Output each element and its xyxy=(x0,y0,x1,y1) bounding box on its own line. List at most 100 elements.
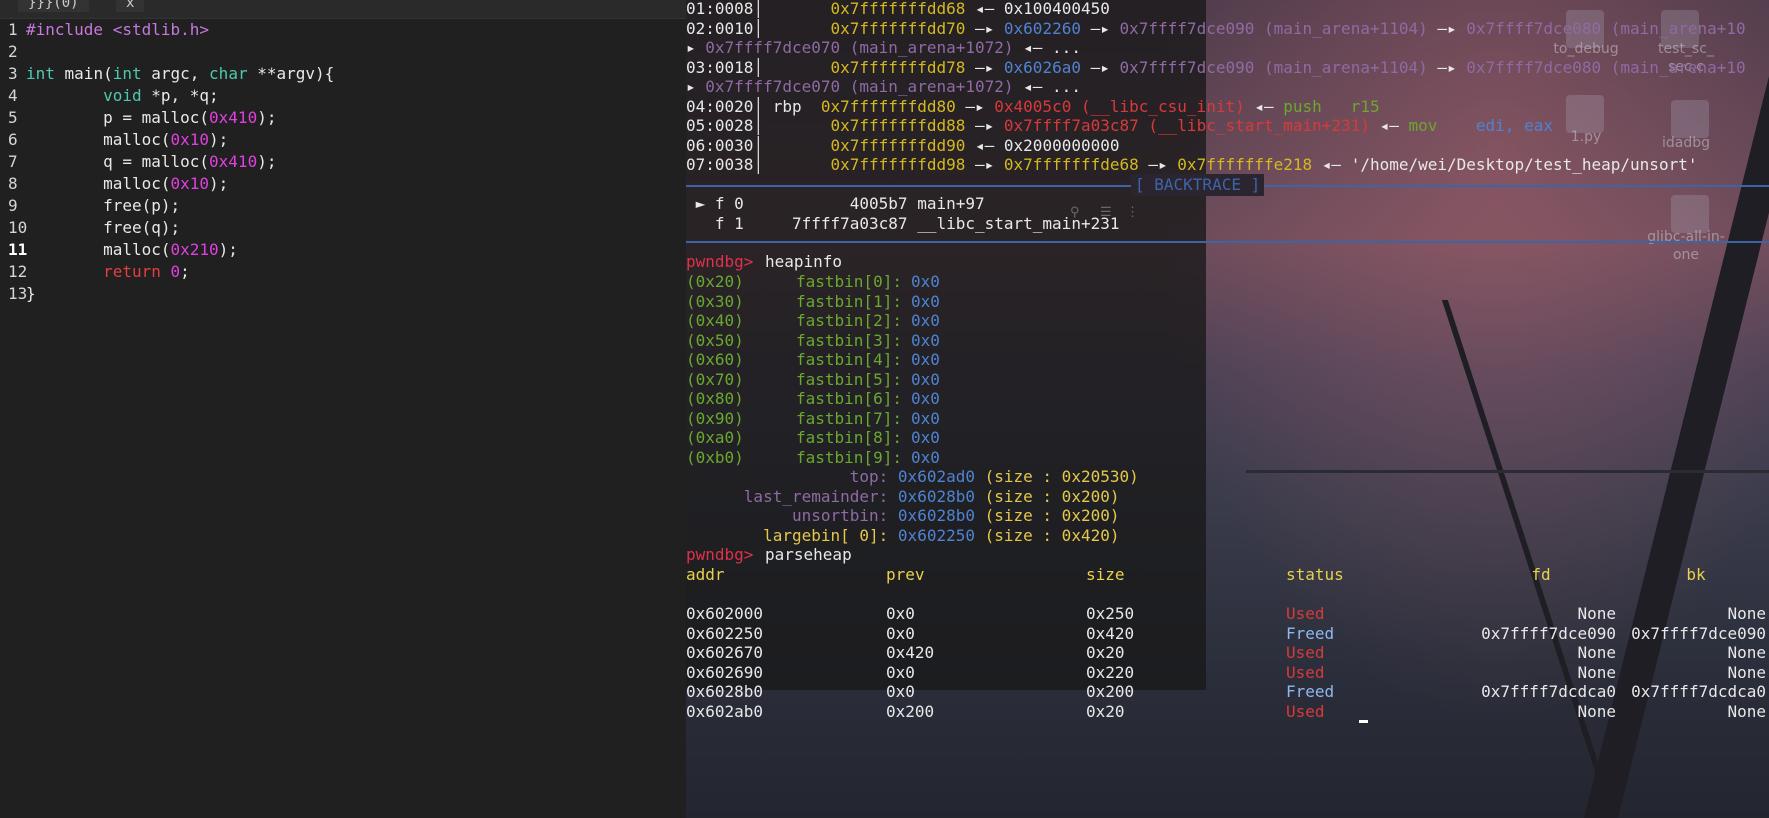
terminal-token: —▸ xyxy=(955,96,995,116)
heap-cell: 0x20 xyxy=(1086,701,1125,721)
terminal-token: edi, eax xyxy=(1475,116,1553,135)
code-line[interactable]: 1 #include <stdlib.h> xyxy=(0,19,686,41)
terminal-token: 0x6028b0 xyxy=(897,506,975,525)
editor-tab[interactable]: }}}(0) xyxy=(18,0,89,12)
stack-line: 07:0038│ 0x7fffffffdd98 —▸ 0x7fffffffde6… xyxy=(686,154,1697,176)
heap-column-header: size xyxy=(1086,565,1125,584)
code-token: malloc( xyxy=(26,174,171,193)
terminal-token: 06:0030 xyxy=(686,135,754,155)
code-line[interactable]: 9 free(p); xyxy=(0,195,686,217)
desktop-folder-icon[interactable] xyxy=(1671,100,1709,138)
terminal-token: push r15 xyxy=(1283,96,1380,116)
code-token: char xyxy=(209,64,248,83)
code-token: ); xyxy=(257,108,277,127)
line-number: 11 xyxy=(8,240,28,259)
search-icon[interactable]: ⚲ xyxy=(1070,202,1080,224)
code-token: 0x10 xyxy=(170,130,210,149)
terminal-token: 02:0010 xyxy=(686,18,754,38)
terminal-token: 0x7ffff7dce090 (main_arena+1104) xyxy=(1119,57,1428,77)
terminal-token: │ xyxy=(753,57,764,77)
heap-column-header: prev xyxy=(886,565,925,584)
code-line[interactable]: 12 return 0; xyxy=(0,261,686,283)
terminal-token: (size : 0x420) xyxy=(974,525,1120,545)
terminal-token: (size : 0x20530) xyxy=(974,467,1139,486)
terminal-token: │ xyxy=(753,116,764,135)
code-token: ; xyxy=(180,262,190,281)
terminal-token: last_remainder: xyxy=(686,486,898,506)
terminal-token: —▸ xyxy=(1138,155,1178,174)
terminal-token: ► f 0 4005b7 main+97 xyxy=(686,194,985,213)
code-line[interactable]: 4 void *p, *q; xyxy=(0,85,686,107)
list-icon[interactable]: ☰ xyxy=(1100,202,1112,224)
terminal-token: │ xyxy=(753,18,764,38)
wallpaper-horizon xyxy=(1246,470,1769,473)
terminal-token: 0x7fffffffdd70 xyxy=(763,18,966,38)
code-line[interactable]: 13} xyxy=(0,283,686,305)
code-token: p = malloc( xyxy=(26,108,210,127)
terminal-token: ▸ xyxy=(686,38,706,57)
code-line[interactable]: 2 xyxy=(0,41,686,63)
terminal-prompt: pwndbg> xyxy=(686,545,764,564)
heap-column-header: bk xyxy=(1686,565,1706,584)
terminal-command: parseheap xyxy=(765,545,852,564)
terminal-token: ◂— ... xyxy=(1013,77,1081,96)
code-token: free(p); xyxy=(26,196,181,215)
editor-tab-close[interactable]: x xyxy=(116,0,145,12)
source-code[interactable]: 1 #include <stdlib.h> 2 3 int main(int argc,… xyxy=(0,19,686,305)
terminal-token: 0x7fffffffdd78 xyxy=(763,57,966,77)
terminal-token: │ xyxy=(753,96,764,116)
terminal-token: 0x7fffffffdd80 xyxy=(820,96,956,116)
code-token: argc, xyxy=(141,64,210,83)
terminal-token: 0x602250 xyxy=(897,525,975,545)
code-line[interactable]: 8 malloc(0x10); xyxy=(0,173,686,195)
code-token: malloc( xyxy=(26,130,171,149)
terminal-token: 0x7ffff7dce070 (main_arena+1072) xyxy=(705,77,1014,96)
terminal-token: ◂— 0x2000000000 xyxy=(965,135,1120,155)
terminal-token: ◂— '/home/wei/Desktop/test_heap/unsort' xyxy=(1312,155,1698,174)
code-token: } xyxy=(26,284,36,303)
code-line[interactable]: 3 int main(int argc, char **argv){ xyxy=(0,63,686,85)
desktop-icon-label[interactable]: idadbg xyxy=(1626,134,1746,152)
code-line[interactable]: 10 free(q); xyxy=(0,217,686,239)
code-line[interactable]: 7 q = malloc(0x410); xyxy=(0,151,686,173)
terminal-token: —▸ xyxy=(965,18,1004,38)
line-number: 2 xyxy=(8,42,18,61)
code-editor[interactable]: }}}(0) x 1 #include <stdlib.h> 2 3 int main(… xyxy=(0,0,686,818)
line-number: 5 xyxy=(8,108,18,127)
terminal-token: 0x7ffff7dce080 (main_arena+10 xyxy=(1466,57,1746,77)
code-token: <stdlib.h> xyxy=(112,20,210,39)
heap-cell: None xyxy=(1577,701,1616,721)
desktop-icon-label[interactable]: glibc-all-in- one xyxy=(1621,228,1751,264)
code-token: void xyxy=(103,86,142,105)
terminal-token: 0x7fffffffdd88 xyxy=(763,116,966,135)
line-number: 7 xyxy=(8,152,18,171)
code-token: free(q); xyxy=(26,218,181,237)
code-token: q = malloc( xyxy=(26,152,210,171)
code-token: *p, *q; xyxy=(141,86,219,105)
heap-status: Used xyxy=(1286,701,1325,721)
terminal-token: (size : 0x200) xyxy=(974,486,1120,506)
terminal-token: 03:0018 xyxy=(686,57,754,77)
terminal-token: (size : 0x200) xyxy=(974,506,1120,525)
heap-column-header: fd xyxy=(1531,565,1551,584)
backtrace-line: f 1 7ffff7a03c87 __libc_start_main+231 xyxy=(686,213,1120,235)
code-token: 0 xyxy=(170,262,181,281)
terminal-token: —▸ xyxy=(965,116,1004,135)
code-line[interactable]: 5 p = malloc(0x410); xyxy=(0,107,686,129)
terminal-token: —▸ xyxy=(965,155,1004,174)
terminal-cursor xyxy=(1359,720,1368,723)
terminal-window[interactable]: to_debug test_sc_ sec.c 1.py idadbg glib… xyxy=(686,0,1769,818)
line-number: 4 xyxy=(8,86,18,105)
menu-icon[interactable]: ⋮ xyxy=(1126,202,1139,224)
code-token: 0x410 xyxy=(209,108,258,127)
code-token: return xyxy=(103,262,161,281)
terminal-token: ◂— xyxy=(1244,96,1284,116)
line-number: 9 xyxy=(8,196,18,215)
heap-cell: 0x200 xyxy=(886,701,935,721)
code-line[interactable]: 6 malloc(0x10); xyxy=(0,129,686,151)
terminal-token: mov xyxy=(1408,116,1476,135)
terminal-token: 0x7ffff7a03c87 (__libc_start_main+231) xyxy=(1003,116,1370,135)
code-line[interactable]: 11 malloc(0x210); xyxy=(0,239,686,261)
